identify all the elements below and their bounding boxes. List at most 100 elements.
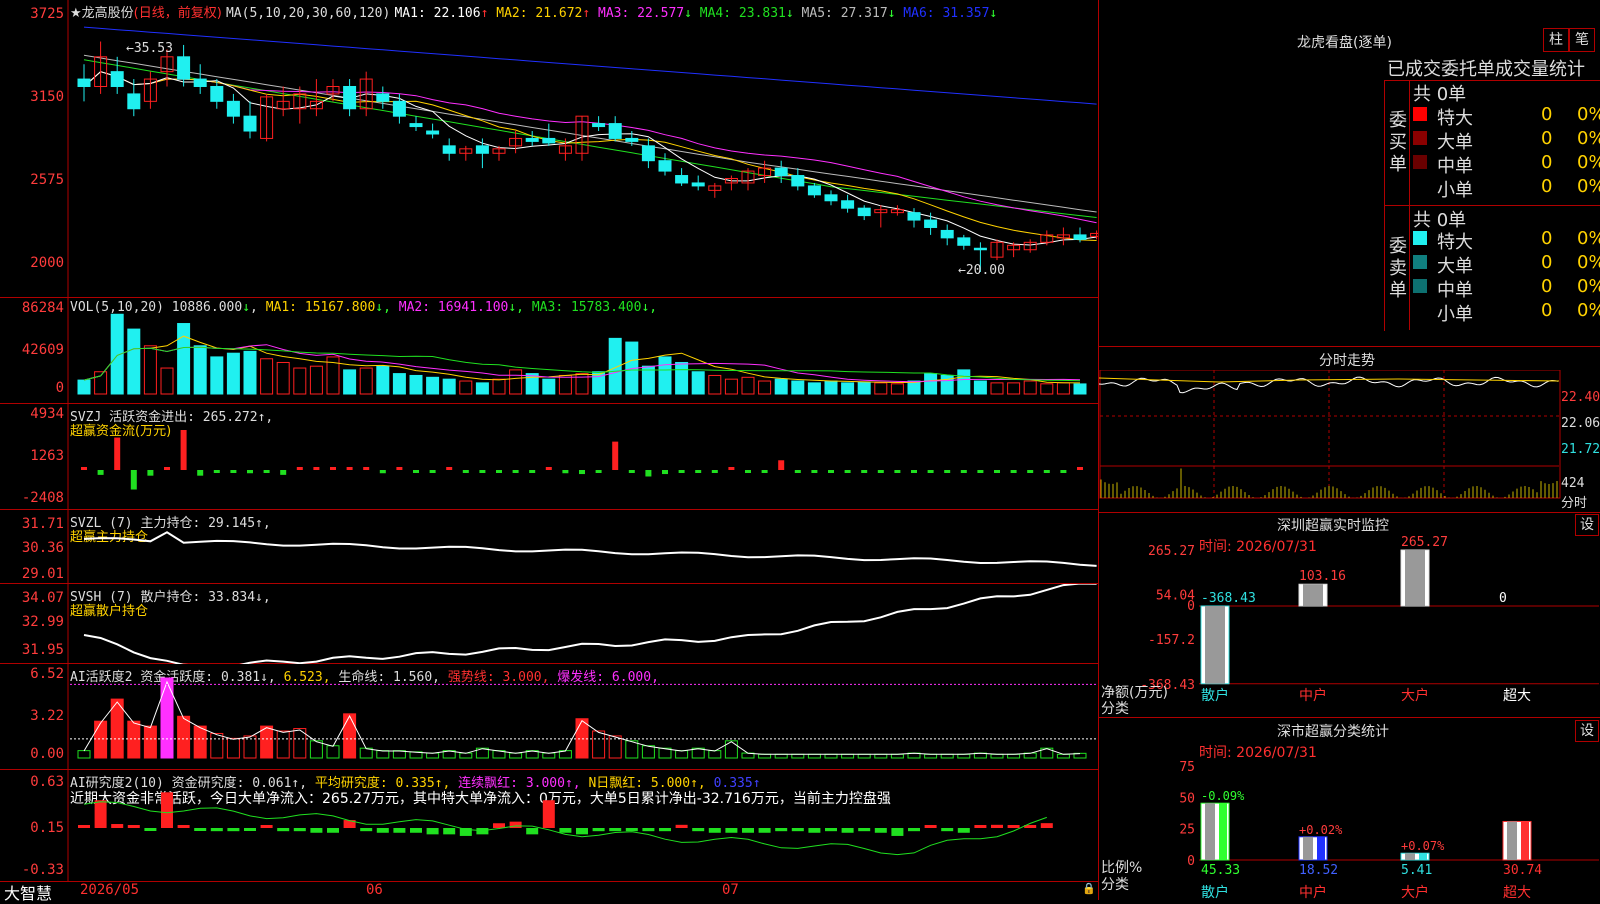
svzj-chart[interactable] xyxy=(0,404,1098,510)
research-bar xyxy=(111,824,124,828)
monitor-tick: 0 xyxy=(1187,599,1195,614)
volume-chart[interactable] xyxy=(0,298,1098,404)
candle-body xyxy=(973,247,987,251)
research-bar xyxy=(78,825,90,828)
order-row[interactable]: 中单 0 0% xyxy=(1411,276,1600,301)
order-row[interactable]: 中单 0 0% xyxy=(1411,152,1600,177)
candle-body xyxy=(127,93,141,110)
volume-bar xyxy=(890,383,904,395)
volume-bar xyxy=(409,374,423,395)
research-bar xyxy=(177,825,190,828)
research-bar xyxy=(426,828,439,835)
volume-bar xyxy=(492,378,506,395)
research-bar xyxy=(675,824,688,828)
order-row[interactable]: 小单 0 0% xyxy=(1411,300,1600,325)
order-row-name: 特大 xyxy=(1437,108,1473,129)
research-bar xyxy=(144,828,157,831)
fund-flow-bar xyxy=(545,467,552,470)
intraday-vol-label: 分时 xyxy=(1561,496,1588,511)
research-bar xyxy=(692,828,705,832)
volume-bar xyxy=(675,361,689,395)
intraday-chart[interactable] xyxy=(1099,370,1600,510)
stats-bar-accent xyxy=(1419,853,1427,860)
volume-bar xyxy=(177,323,191,395)
order-row[interactable]: 特大 0 0% xyxy=(1411,104,1600,129)
activity-bar xyxy=(708,750,722,759)
activity-bar xyxy=(924,753,938,759)
fund-flow-bar xyxy=(794,470,801,473)
stats-category: 超大 xyxy=(1503,885,1531,900)
order-row[interactable]: 大单 0 0% xyxy=(1411,128,1600,153)
candle-body xyxy=(193,78,207,87)
fund-flow-bar xyxy=(728,467,735,470)
research-bar xyxy=(775,828,788,832)
volume-bar xyxy=(359,367,373,395)
lock-icon[interactable]: 🔒 xyxy=(1082,882,1096,895)
order-row-pct: 0% xyxy=(1577,176,1600,197)
ai-activity-chart[interactable] xyxy=(0,664,1098,770)
volume-panel[interactable]: VOL(5,10,20) 10886.000↓, MA1: 15167.800↓… xyxy=(0,298,1098,404)
monitor-chart[interactable]: 265.2754.040-157.2-368.43-368.43散户103.16… xyxy=(1099,530,1600,710)
candle-body xyxy=(210,85,224,102)
fund-flow-bar xyxy=(977,470,984,473)
order-row[interactable]: 特大 0 0% xyxy=(1411,228,1600,253)
volume-bar xyxy=(77,379,91,395)
volume-bar xyxy=(542,378,556,395)
activity-bar xyxy=(857,753,871,759)
volume-bar xyxy=(658,356,672,395)
stats-chart[interactable]: 75 50 25 0 -0.09% 45.33 散户 +0.02% 18.52 中户 +0.07% 5… xyxy=(1099,730,1600,900)
tick-mode-button[interactable]: 笔 xyxy=(1569,28,1595,52)
activity-bar xyxy=(1007,753,1021,759)
research-bar xyxy=(293,828,306,832)
activity-bar xyxy=(874,753,888,759)
color-swatch xyxy=(1413,231,1427,245)
ai-activity-panel[interactable]: AI活跃度2 资金活跃度: 0.381↓, 6.523, 生命线: 1.560,… xyxy=(0,664,1098,770)
ai-research-panel[interactable]: AI研究度2(10) 资金研究度: 0.061↑, 平均研究度: 0.335↑,… xyxy=(0,770,1098,882)
candlestick-chart[interactable]: ←35.53 ←20.00 xyxy=(0,0,1098,298)
main-holding-line xyxy=(83,531,1097,567)
candle-body xyxy=(1073,234,1087,240)
ma4-line xyxy=(83,59,1097,218)
order-row-value: 0 xyxy=(1541,276,1553,297)
svsh-panel[interactable]: SVSH (7) 散户持仓: 33.834↓, 超赢散户持仓 34.07 32.9… xyxy=(0,584,1098,664)
monitor-bar-shade xyxy=(1405,550,1425,606)
order-row[interactable]: 大单 0 0% xyxy=(1411,252,1600,277)
volume-bar xyxy=(857,381,871,395)
svzl-chart[interactable] xyxy=(0,510,1098,584)
table-col-divider xyxy=(1409,80,1410,330)
research-bar xyxy=(791,828,804,832)
order-row-name: 中单 xyxy=(1437,280,1473,301)
volume-bar xyxy=(741,376,755,395)
svsh-chart[interactable] xyxy=(0,584,1098,664)
stats-bar-accent xyxy=(1317,836,1325,860)
color-swatch xyxy=(1413,279,1427,293)
volume-bar xyxy=(94,371,108,395)
research-bar xyxy=(526,828,539,835)
svzj-panel[interactable]: SVZJ 活跃资金进出: 265.272↑, 超赢资金流(万元) 4934 126… xyxy=(0,404,1098,510)
svzl-panel[interactable]: SVZL (7) 主力持仓: 29.145↑, 超赢主力持仓 31.71 30.3… xyxy=(0,510,1098,584)
activity-bar xyxy=(625,740,639,759)
stats-change: -0.09% xyxy=(1201,789,1245,803)
fund-flow-bar xyxy=(114,437,121,470)
order-row-value: 0 xyxy=(1541,300,1553,321)
volume-bar xyxy=(276,361,290,395)
order-row[interactable]: 小单 0 0% xyxy=(1411,176,1600,201)
fund-flow-bar xyxy=(778,460,785,470)
research-bar xyxy=(609,828,622,832)
app-logo[interactable]: 大智慧 xyxy=(4,880,52,904)
volume-bar xyxy=(691,371,705,395)
candle-body xyxy=(608,123,622,139)
ai-research-chart[interactable] xyxy=(0,770,1098,882)
activity-bar xyxy=(758,753,772,759)
stats-value: 45.33 xyxy=(1201,863,1240,878)
stats-bar-shade xyxy=(1205,803,1215,860)
activity-bar xyxy=(890,753,904,759)
stats-bar-shade xyxy=(1405,853,1415,860)
fund-flow-bar xyxy=(462,470,469,473)
intraday-tick-2: 22.06 xyxy=(1561,416,1600,431)
bar-mode-button[interactable]: 柱 xyxy=(1543,28,1569,52)
volume-bar xyxy=(392,373,406,395)
activity-bar xyxy=(226,737,240,759)
research-bar xyxy=(941,828,954,832)
main-price-panel[interactable]: ★龙高股份(日线，前复权) MA(5,10,20,30,60,120) MA1:… xyxy=(0,0,1098,298)
